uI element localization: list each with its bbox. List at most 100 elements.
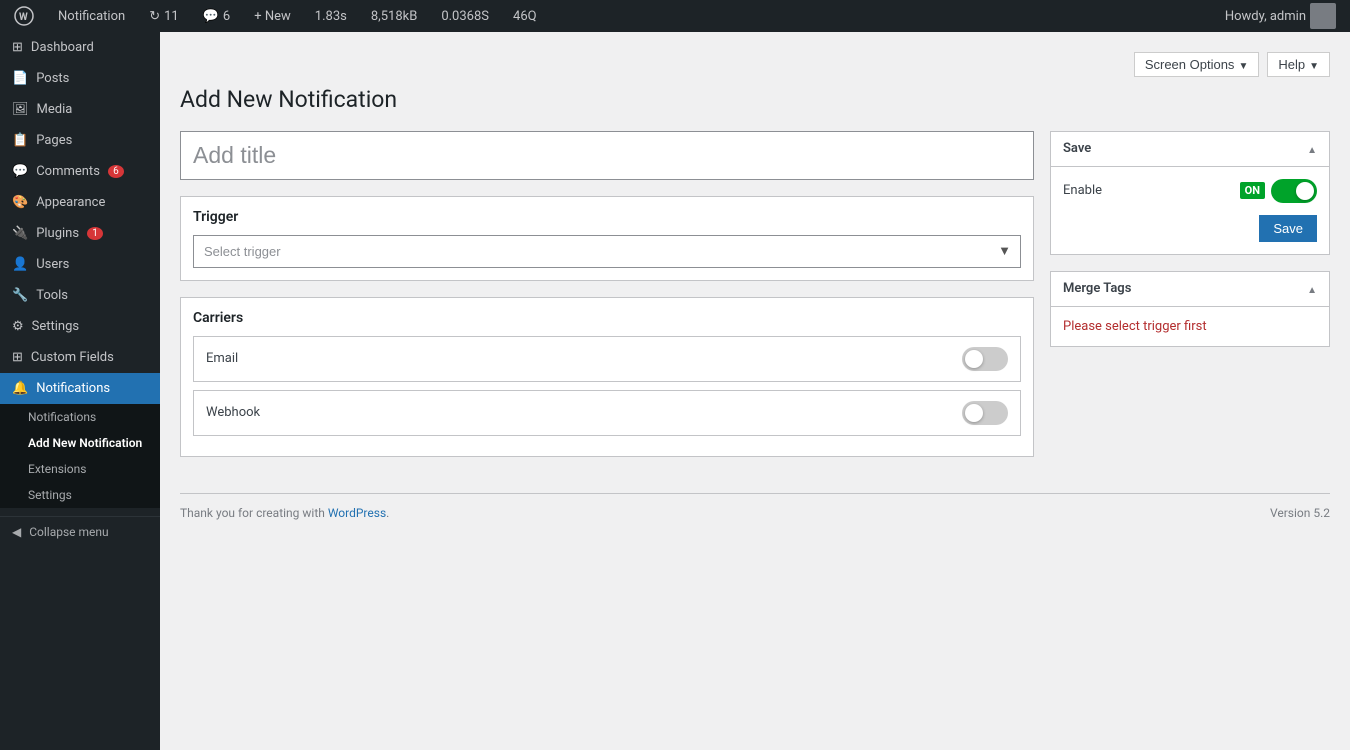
perf4-item: 46Q	[507, 0, 543, 32]
svg-text:W: W	[19, 12, 28, 23]
save-button[interactable]: Save	[1259, 215, 1317, 242]
on-label: ON	[1240, 182, 1265, 199]
updates-item[interactable]: ↻ 11	[143, 0, 185, 32]
media-icon: 🖼	[12, 102, 29, 117]
updates-icon: ↻	[149, 9, 160, 24]
carrier-email-toggle[interactable]	[962, 347, 1008, 371]
sidebar-item-comments[interactable]: 💬 Comments 6	[0, 156, 160, 187]
merge-tags-panel: Merge Tags Please select trigger first	[1050, 271, 1330, 347]
wp-logo-item[interactable]: W	[8, 0, 40, 32]
screen-options-button[interactable]: Screen Options	[1134, 52, 1260, 77]
merge-tags-body: Please select trigger first	[1051, 307, 1329, 346]
sidebar-item-label: Pages	[36, 133, 72, 148]
comments-icon: 💬	[203, 9, 219, 24]
help-button[interactable]: Help	[1267, 52, 1330, 77]
sidebar-item-pages[interactable]: 📋 Pages	[0, 125, 160, 156]
comments-menu-icon: 💬	[12, 164, 28, 179]
sidebar-item-posts[interactable]: 📄 Posts	[0, 63, 160, 94]
sidebar-item-label: Users	[36, 257, 69, 272]
sidebar-item-label: Appearance	[36, 195, 105, 210]
posts-icon: 📄	[12, 71, 28, 86]
new-item[interactable]: + New	[248, 0, 297, 32]
site-name-item[interactable]: Notification	[52, 0, 131, 32]
user-avatar	[1310, 3, 1336, 29]
sidebar-item-appearance[interactable]: 🎨 Appearance	[0, 187, 160, 218]
save-panel: Save Enable ON	[1050, 131, 1330, 255]
collapse-menu-button[interactable]: ◀ Collapse menu	[0, 516, 160, 547]
trigger-section: Trigger Select trigger ▼	[180, 196, 1034, 281]
help-label: Help	[1278, 57, 1305, 72]
sidebar-item-label: Dashboard	[31, 40, 94, 55]
save-panel-title: Save	[1063, 141, 1091, 156]
plugins-badge: 1	[87, 227, 103, 240]
carrier-email-slider	[962, 347, 1008, 371]
content-area: Trigger Select trigger ▼ Carriers Email	[180, 131, 1330, 473]
enable-toggle-group: ON	[1240, 179, 1317, 203]
sidebar-item-settings[interactable]: ⚙ Settings	[0, 311, 160, 342]
sidebar-item-label: Posts	[36, 71, 69, 86]
trigger-select[interactable]: Select trigger	[193, 235, 1021, 268]
sidebar-item-label: Notifications	[36, 381, 110, 396]
pages-icon: 📋	[12, 133, 28, 148]
screen-options-chevron-icon	[1238, 57, 1248, 72]
carrier-row-webhook: Webhook	[193, 390, 1021, 436]
footer-thank-you: Thank you for creating with	[180, 506, 328, 520]
custom-fields-icon: ⊞	[12, 350, 23, 365]
collapse-label: Collapse menu	[29, 525, 108, 539]
perf2: 8,518kB	[371, 9, 417, 24]
save-panel-chevron-icon	[1307, 140, 1317, 157]
merge-tags-toggle-button[interactable]	[1307, 280, 1317, 298]
submenu-add-new[interactable]: Add New Notification	[0, 430, 160, 456]
sidebar-item-tools[interactable]: 🔧 Tools	[0, 280, 160, 311]
sidebar-item-media[interactable]: 🖼 Media	[0, 94, 160, 125]
merge-tags-hint: Please select trigger first	[1063, 319, 1207, 334]
sidebar-item-label: Comments	[36, 164, 100, 179]
submenu-extensions[interactable]: Extensions	[0, 456, 160, 482]
trigger-select-wrap: Select trigger ▼	[193, 235, 1021, 268]
users-icon: 👤	[12, 257, 28, 272]
appearance-icon: 🎨	[12, 195, 28, 210]
main-column: Trigger Select trigger ▼ Carriers Email	[180, 131, 1034, 473]
sidebar-item-custom-fields[interactable]: ⊞ Custom Fields	[0, 342, 160, 373]
comments-item[interactable]: 💬 6	[197, 0, 237, 32]
sidebar-item-label: Plugins	[36, 226, 79, 241]
title-input[interactable]	[180, 131, 1034, 180]
updates-count: 11	[164, 9, 179, 24]
carriers-section: Carriers Email Webhook	[180, 297, 1034, 457]
sidebar-item-label: Settings	[32, 319, 79, 334]
user-info[interactable]: Howdy, admin	[1219, 0, 1342, 32]
submenu-settings[interactable]: Settings	[0, 482, 160, 508]
save-button-wrap: Save	[1063, 215, 1317, 242]
main-content: Screen Options Help Add New Notification…	[160, 32, 1350, 750]
screen-options-label: Screen Options	[1145, 57, 1235, 72]
user-label: Howdy, admin	[1225, 9, 1306, 24]
carrier-webhook-name: Webhook	[206, 405, 260, 420]
sidebar-item-label: Custom Fields	[31, 350, 114, 365]
perf3-item: 0.0368S	[435, 0, 495, 32]
carrier-webhook-slider	[962, 401, 1008, 425]
site-name: Notification	[58, 9, 125, 24]
sidebar-item-users[interactable]: 👤 Users	[0, 249, 160, 280]
sidebar-item-label: Tools	[36, 288, 68, 303]
carrier-webhook-toggle[interactable]	[962, 401, 1008, 425]
sidebar-item-notifications[interactable]: 🔔 Notifications	[0, 373, 160, 404]
save-panel-toggle-button[interactable]	[1307, 140, 1317, 158]
sidebar-item-plugins[interactable]: 🔌 Plugins 1	[0, 218, 160, 249]
footer-wp-link[interactable]: WordPress	[328, 506, 386, 520]
tools-icon: 🔧	[12, 288, 28, 303]
submenu-notifications[interactable]: Notifications	[0, 404, 160, 430]
perf4: 46Q	[513, 9, 537, 24]
page-title: Add New Notification	[180, 85, 1330, 115]
side-column: Save Enable ON	[1050, 131, 1330, 347]
enable-toggle[interactable]	[1271, 179, 1317, 203]
settings-icon: ⚙	[12, 319, 24, 334]
collapse-icon: ◀	[12, 525, 21, 539]
footer-credit: Thank you for creating with WordPress.	[180, 506, 389, 520]
comments-count: 6	[223, 9, 230, 24]
header-toolbar: Screen Options Help	[180, 52, 1330, 77]
comments-badge: 6	[108, 165, 124, 178]
sidebar-item-dashboard[interactable]: ⊞ Dashboard	[0, 32, 160, 63]
carrier-row-email: Email	[193, 336, 1021, 382]
notifications-submenu: Notifications Add New Notification Exten…	[0, 404, 160, 508]
merge-tags-chevron-icon	[1307, 280, 1317, 297]
